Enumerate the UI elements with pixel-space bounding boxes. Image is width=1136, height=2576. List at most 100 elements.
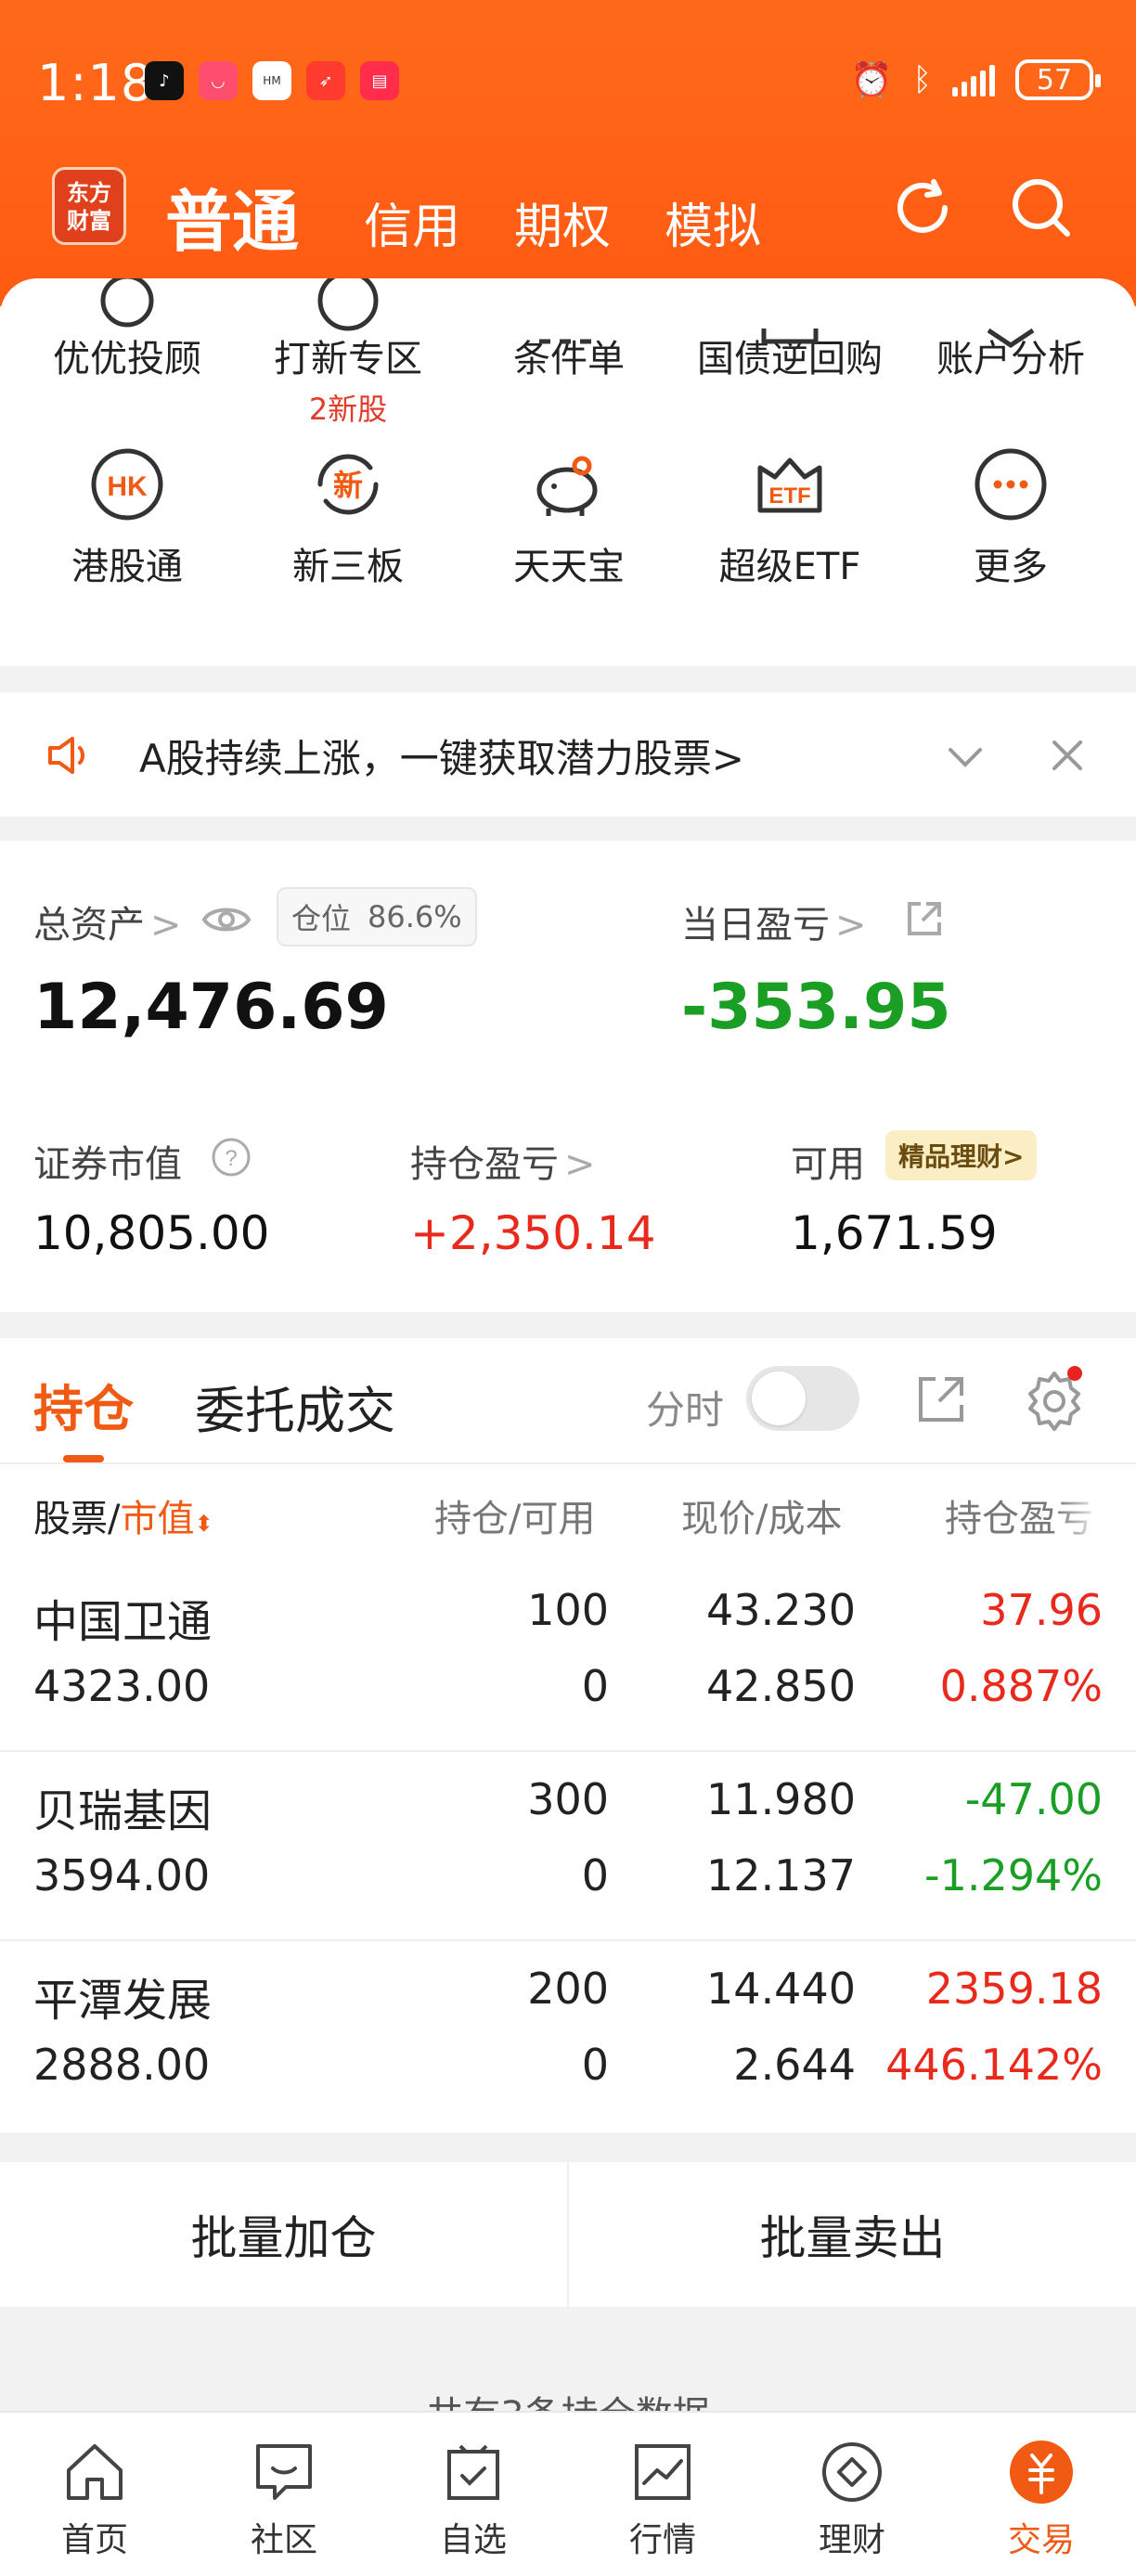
menu-label: 超级ETF bbox=[718, 546, 861, 588]
header-pl: 持仓盈亏 bbox=[945, 1498, 1093, 1540]
table-row[interactable]: 平潭发展 2888.00 200 0 14.440 2.644 2359.18 … bbox=[0, 1941, 1136, 2131]
toggle-knob bbox=[752, 1372, 806, 1425]
menu-label: 新三板 bbox=[292, 546, 404, 588]
notification-dot bbox=[1067, 1366, 1082, 1381]
table-row[interactable]: 贝瑞基因 3594.00 300 0 11.980 12.137 -47.00 … bbox=[0, 1752, 1136, 1941]
stock-price: 43.230 bbox=[706, 1585, 856, 1635]
stock-name: 贝瑞基因 bbox=[33, 1785, 213, 1837]
home-icon bbox=[67, 2444, 123, 2500]
stock-pl-pct: -1.294% bbox=[924, 1850, 1103, 1900]
watchlist-icon bbox=[447, 2444, 499, 2500]
menu-ipo[interactable]: 打新专区 2新股 bbox=[238, 278, 458, 429]
stock-cost: 2.644 bbox=[733, 2040, 856, 2090]
stock-name: 平潭发展 bbox=[33, 1975, 213, 2027]
search-icon[interactable] bbox=[1006, 173, 1077, 243]
status-bar: 1:18 ♪ ◡ HM ➶ ▤ ⏰ ᛒ 57 bbox=[0, 0, 1136, 167]
nav-home[interactable]: 首页 bbox=[0, 2413, 189, 2576]
tab-credit[interactable]: 信用 bbox=[364, 187, 460, 257]
stock-price: 11.980 bbox=[706, 1774, 856, 1824]
refresh-icon[interactable] bbox=[887, 173, 958, 243]
analysis-icon bbox=[987, 328, 1035, 349]
eye-icon[interactable] bbox=[200, 896, 252, 943]
market-value: 10,805.00 bbox=[33, 1206, 270, 1260]
conditional-order-icon bbox=[539, 339, 591, 344]
logo-line2: 财富 bbox=[67, 208, 111, 234]
menu-advisor[interactable]: 优优投顾 bbox=[17, 278, 238, 429]
nav-label: 理财 bbox=[818, 2521, 885, 2559]
batch-actions: 批量加仓 批量卖出 bbox=[0, 2162, 1136, 2307]
status-time: 1:18 bbox=[37, 54, 154, 112]
tab-orders[interactable]: 委托成交 bbox=[195, 1370, 395, 1443]
stock-market-value: 3594.00 bbox=[33, 1850, 211, 1900]
battery-icon: 57 bbox=[1015, 59, 1101, 100]
intraday-label: 分时 bbox=[646, 1387, 725, 1433]
intraday-toggle[interactable] bbox=[746, 1366, 859, 1431]
nav-watchlist[interactable]: 自选 bbox=[379, 2413, 568, 2576]
header-stock-market[interactable]: 股票/市值⬍ bbox=[33, 1488, 213, 1542]
help-icon[interactable]: ? bbox=[210, 1136, 252, 1179]
header-price: 现价/成本 bbox=[681, 1498, 843, 1540]
top-nav: 东方 财富 普通 信用 期权 模拟 bbox=[0, 167, 1136, 288]
position-label: 仓位 bbox=[291, 901, 352, 936]
total-assets-link[interactable]: 总资产 > bbox=[33, 895, 182, 948]
bottom-nav: 首页 社区 自选 行情 理财 交易 bbox=[0, 2411, 1136, 2576]
menu-repo[interactable]: 国债逆回购 bbox=[679, 328, 900, 429]
tab-simulation[interactable]: 模拟 bbox=[665, 187, 761, 257]
market-value-label: 证券市值 bbox=[33, 1143, 182, 1186]
chevron-down-icon[interactable] bbox=[943, 735, 988, 779]
nav-community[interactable]: 社区 bbox=[189, 2413, 379, 2576]
holding-pl-link[interactable]: 持仓盈亏 > bbox=[410, 1134, 596, 1188]
menu-label: 港股通 bbox=[71, 546, 183, 588]
menu-tiantianbao[interactable]: 天天宝 bbox=[458, 445, 679, 590]
sort-icon: ⬍ bbox=[194, 1511, 213, 1537]
tab-holdings[interactable]: 持仓 bbox=[33, 1368, 134, 1441]
available-label: 可用 bbox=[791, 1143, 865, 1186]
more-icon bbox=[975, 448, 1047, 521]
tab-indicator bbox=[63, 1455, 104, 1462]
status-right: ⏰ ᛒ 57 bbox=[851, 59, 1101, 100]
svg-text:HK: HK bbox=[107, 471, 148, 502]
daily-pl-link[interactable]: 当日盈亏 > bbox=[681, 895, 867, 948]
piggy-bank-icon bbox=[536, 456, 598, 516]
share-icon[interactable] bbox=[913, 1372, 969, 1427]
svg-text:ETF: ETF bbox=[768, 483, 810, 509]
nav-trade[interactable]: 交易 bbox=[947, 2413, 1136, 2576]
svg-text:新: 新 bbox=[333, 468, 363, 503]
message-icon: ➶ bbox=[306, 61, 345, 100]
menu-conditional-order[interactable]: 条件单 bbox=[458, 328, 679, 429]
stock-market-value: 4323.00 bbox=[33, 1661, 211, 1711]
bluetooth-icon: ᛒ bbox=[912, 61, 932, 98]
menu-more[interactable]: 更多 bbox=[900, 445, 1121, 590]
header-stock: 股票/ bbox=[33, 1498, 121, 1540]
nav-label: 行情 bbox=[628, 2521, 696, 2559]
tab-normal[interactable]: 普通 bbox=[165, 167, 299, 264]
nav-wealth[interactable]: 理财 bbox=[757, 2413, 947, 2576]
menu-account-analysis[interactable]: 账户分析 bbox=[900, 328, 1121, 429]
tab-options[interactable]: 期权 bbox=[514, 187, 611, 257]
header-position: 持仓/可用 bbox=[434, 1498, 596, 1540]
batch-add-button[interactable]: 批量加仓 bbox=[0, 2162, 567, 2307]
hk-icon: HK bbox=[91, 448, 163, 521]
market-icon bbox=[635, 2444, 691, 2500]
external-link-icon[interactable] bbox=[904, 898, 945, 939]
menu-new-third-board[interactable]: 新 新三板 bbox=[238, 445, 458, 590]
stock-price: 14.440 bbox=[706, 1964, 856, 2014]
battery-level: 57 bbox=[1036, 63, 1073, 97]
menu-super-etf[interactable]: ETF 超级ETF bbox=[679, 445, 900, 590]
asset-summary: 总资产 > 仓位 86.6% 当日盈亏 > 12,476.69 -353.95 证券… bbox=[0, 841, 1136, 1312]
close-icon[interactable] bbox=[1045, 733, 1090, 778]
holding-pl-value: +2,350.14 bbox=[410, 1206, 656, 1260]
huawei-store-icon: ◡ bbox=[199, 61, 238, 100]
batch-sell-button[interactable]: 批量卖出 bbox=[569, 2162, 1136, 2307]
menu-hk-connect[interactable]: HK 港股通 bbox=[17, 445, 238, 590]
notice-text: A股持续上涨，一键获取潜力股票> bbox=[139, 736, 744, 781]
svg-text:?: ? bbox=[225, 1146, 237, 1171]
nav-market[interactable]: 行情 bbox=[568, 2413, 757, 2576]
table-row[interactable]: 中国卫通 4323.00 100 0 43.230 42.850 37.96 0… bbox=[0, 1563, 1136, 1752]
new-board-icon: 新 bbox=[317, 454, 379, 515]
logo-line1: 东方 bbox=[67, 180, 111, 206]
book-icon: ▤ bbox=[360, 61, 399, 100]
notice-banner[interactable]: A股持续上涨，一键获取潜力股票> bbox=[0, 692, 1136, 817]
stock-pl: -47.00 bbox=[964, 1774, 1103, 1824]
wealth-promo-badge[interactable]: 精品理财> bbox=[885, 1130, 1038, 1180]
